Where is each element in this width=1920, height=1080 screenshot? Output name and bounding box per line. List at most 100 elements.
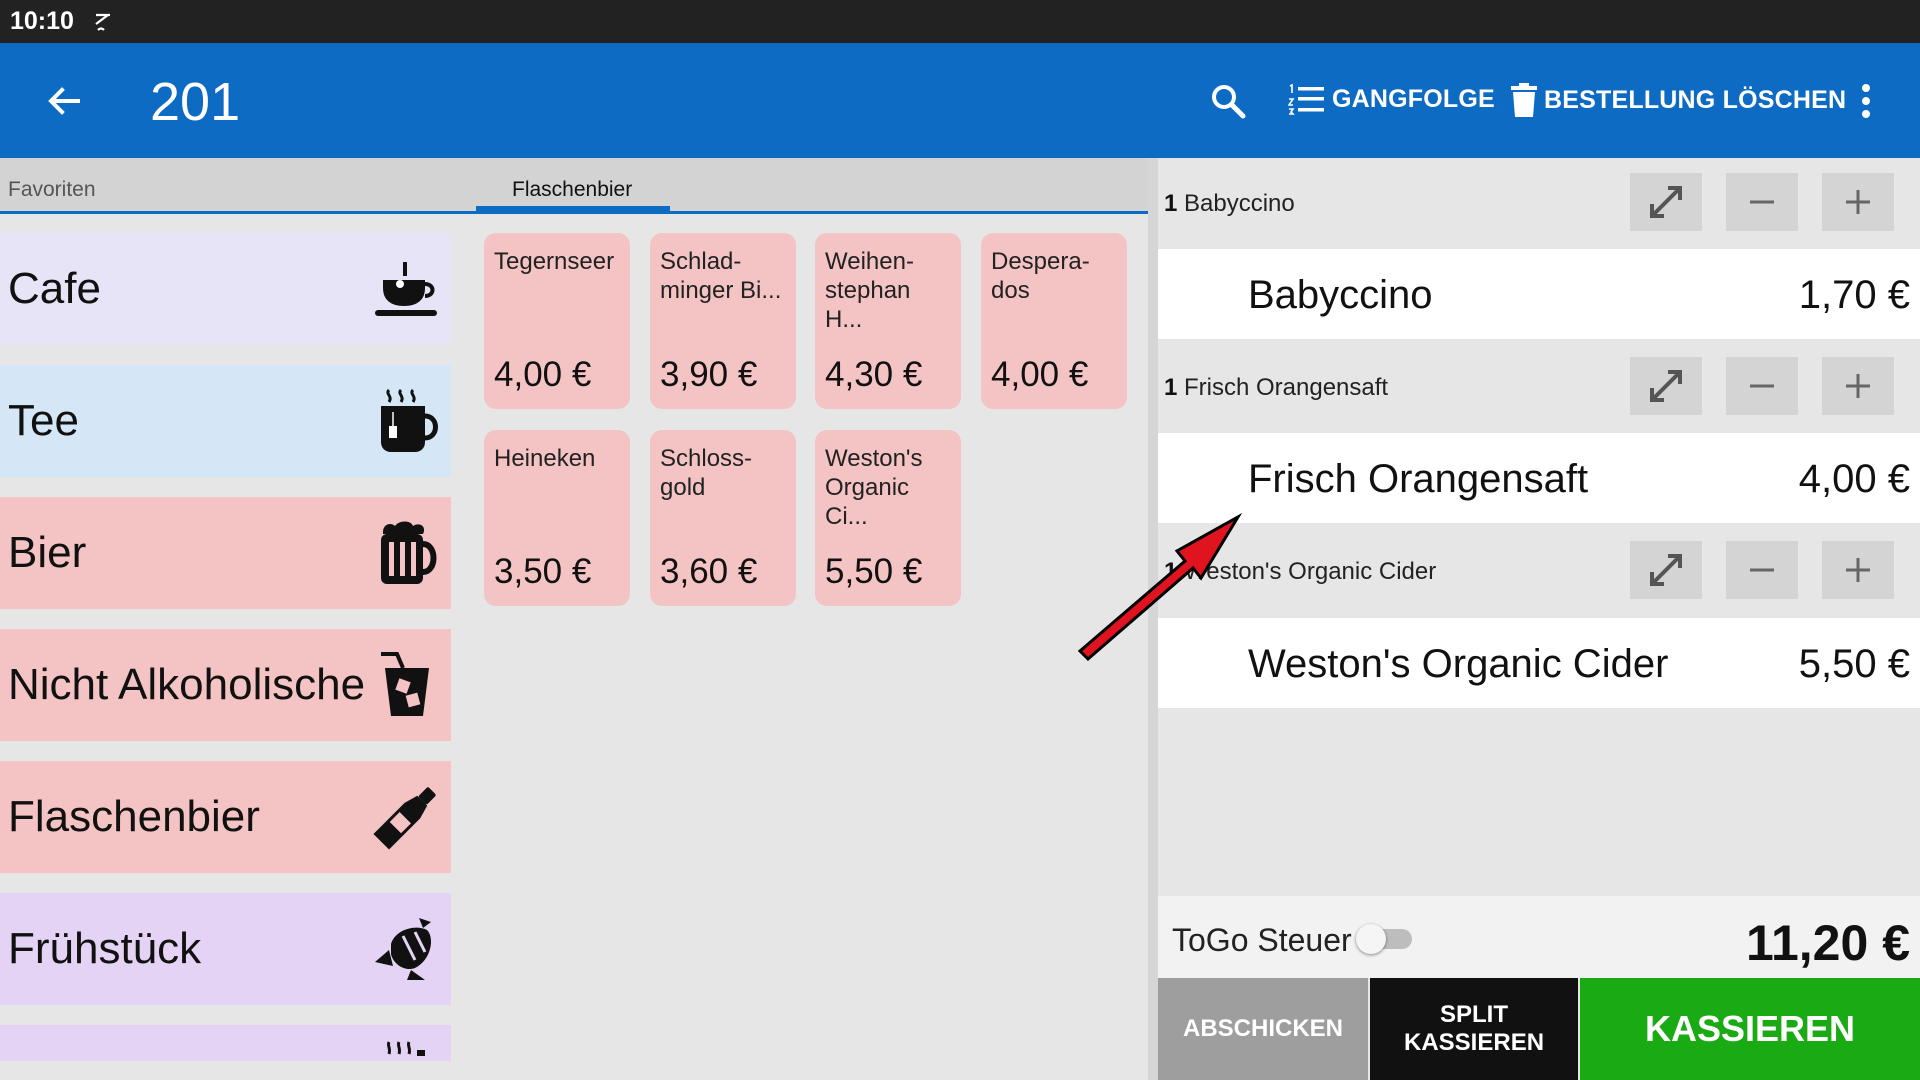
product-tile[interactable]: Heineken 3,50 €	[484, 430, 630, 606]
order-item-name: Babyccino	[1184, 190, 1295, 217]
split-checkout-button[interactable]: SPLIT KASSIEREN	[1370, 978, 1578, 1080]
minus-icon	[1750, 384, 1774, 388]
category-tabs: Favoriten Flaschenbier	[0, 158, 1148, 214]
product-tile[interactable]: Weihen- stephan H... 4,30 €	[815, 233, 961, 409]
product-price: 4,00 €	[494, 355, 592, 394]
decrease-button[interactable]	[1726, 173, 1798, 231]
tab-favoriten[interactable]: Favoriten	[8, 178, 96, 202]
category-label: Cafe	[8, 264, 101, 313]
order-total: 11,20 €	[1745, 915, 1910, 971]
bottle-icon	[373, 787, 436, 850]
delete-order-label: BESTELLUNG LÖSCHEN	[1544, 85, 1847, 114]
category-label: Frühstück	[8, 924, 202, 973]
order-line-price: 1,70 €	[1798, 273, 1910, 317]
checkout-button[interactable]: KASSIEREN	[1580, 978, 1920, 1080]
expand-button[interactable]	[1630, 173, 1702, 231]
order-item-qty: 1	[1164, 374, 1178, 401]
minus-icon	[1750, 568, 1774, 572]
plus-icon	[1846, 558, 1870, 582]
page-title: 201	[150, 72, 241, 132]
product-tile[interactable]: Schlad- minger Bi... 3,90 €	[650, 233, 796, 409]
product-price: 3,50 €	[494, 552, 592, 591]
category-fruehstueck[interactable]: Frühstück	[0, 893, 451, 1005]
course-order-button[interactable]: GANGFOLGE	[1288, 83, 1495, 115]
order-item-name: Frisch Orangensaft	[1184, 374, 1389, 401]
product-price: 3,90 €	[660, 355, 758, 394]
steam-icon	[386, 1041, 425, 1056]
order-item-header: 1 Babyccino	[1158, 158, 1920, 248]
order-item-header: 1 Weston's Organic Cider	[1158, 526, 1920, 616]
product-tile[interactable]: Schloss- gold 3,60 €	[650, 430, 796, 606]
product-name: Despera- dos	[991, 248, 1090, 304]
total-bar: ToGo Steuer 11,20 €	[1158, 896, 1920, 978]
category-bier[interactable]: Bier	[0, 497, 451, 609]
expand-icon	[1650, 370, 1682, 402]
product-name: Weston's Organic Ci...	[825, 445, 923, 530]
order-line[interactable]: Babyccino 1,70 €	[1158, 249, 1920, 339]
product-name: Schloss- gold	[660, 445, 753, 501]
panel-divider	[1148, 158, 1158, 1080]
product-price: 3,60 €	[660, 552, 758, 591]
cast-icon	[95, 13, 110, 31]
order-line[interactable]: Weston's Organic Cider 5,50 €	[1158, 618, 1920, 708]
order-line-price: 4,00 €	[1798, 457, 1910, 501]
status-bar: 10:10	[0, 0, 1920, 43]
category-tee[interactable]: Tee	[0, 365, 451, 477]
expand-button[interactable]	[1630, 357, 1702, 415]
category-nicht-alkoholische[interactable]: Nicht Alkoholische	[0, 629, 451, 741]
numbered-list-icon	[1288, 83, 1324, 115]
hot-mug-icon	[381, 388, 438, 452]
togo-tax-toggle[interactable]	[1356, 924, 1414, 954]
category-cafe[interactable]: Cafe	[0, 233, 451, 345]
product-name: Tegernseer	[494, 248, 615, 275]
order-line[interactable]: Frisch Orangensaft 4,00 €	[1158, 433, 1920, 523]
toggle-knob	[1356, 924, 1386, 954]
beer-mug-icon	[381, 521, 437, 584]
category-partial[interactable]	[0, 1025, 451, 1061]
coffee-cup-icon	[375, 262, 437, 316]
order-panel: 1 Babyccino Babyccino 1,70 € 1 Frisch Or…	[1158, 158, 1920, 1080]
more-vert-icon[interactable]	[1854, 79, 1878, 123]
order-item-header: 1 Frisch Orangensaft	[1158, 342, 1920, 432]
tab-flaschenbier[interactable]: Flaschenbier	[512, 178, 632, 202]
order-line-name: Babyccino	[1248, 273, 1433, 317]
increase-button[interactable]	[1822, 541, 1894, 599]
product-tile[interactable]: Tegernseer 4,00 €	[484, 233, 630, 409]
order-line-name: Weston's Organic Cider	[1248, 642, 1669, 686]
category-label: Tee	[8, 396, 79, 445]
product-name: Heineken	[494, 445, 596, 472]
category-label: Flaschenbier	[8, 792, 260, 841]
expand-icon	[1650, 186, 1682, 218]
expand-icon	[1650, 554, 1682, 586]
product-name: Weihen- stephan H...	[825, 248, 914, 333]
minus-icon	[1750, 200, 1774, 204]
product-tile[interactable]: Weston's Organic Ci... 5,50 €	[815, 430, 961, 606]
plus-icon	[1846, 374, 1870, 398]
order-line-name: Frisch Orangensaft	[1248, 457, 1589, 501]
soft-drink-icon	[381, 652, 429, 716]
order-item-name: Weston's Organic Cider	[1184, 558, 1437, 585]
pos-app: 10:10 201 GANGFOLGE BESTELLUNG LÖSCHEN F…	[0, 0, 1920, 1080]
increase-button[interactable]	[1822, 357, 1894, 415]
product-price: 4,30 €	[825, 355, 923, 394]
order-item-qty: 1	[1164, 190, 1178, 217]
delete-order-button[interactable]: BESTELLUNG LÖSCHEN	[1510, 83, 1846, 117]
active-tab-indicator	[476, 206, 670, 214]
plus-icon	[1846, 190, 1870, 214]
order-item-qty: 1	[1164, 558, 1178, 585]
category-label: Bier	[8, 528, 87, 577]
decrease-button[interactable]	[1726, 541, 1798, 599]
product-price: 4,00 €	[991, 355, 1089, 394]
send-order-button[interactable]: ABSCHICKEN	[1158, 978, 1368, 1080]
arrow-left-icon[interactable]	[42, 79, 86, 123]
status-time: 10:10	[10, 7, 74, 35]
increase-button[interactable]	[1822, 173, 1894, 231]
trash-icon	[1511, 83, 1537, 117]
course-order-label: GANGFOLGE	[1332, 84, 1495, 113]
category-flaschenbier[interactable]: Flaschenbier	[0, 761, 451, 873]
order-line-price: 5,50 €	[1798, 642, 1910, 686]
product-tile[interactable]: Despera- dos 4,00 €	[981, 233, 1127, 409]
expand-button[interactable]	[1630, 541, 1702, 599]
search-icon[interactable]	[1208, 81, 1248, 121]
decrease-button[interactable]	[1726, 357, 1798, 415]
